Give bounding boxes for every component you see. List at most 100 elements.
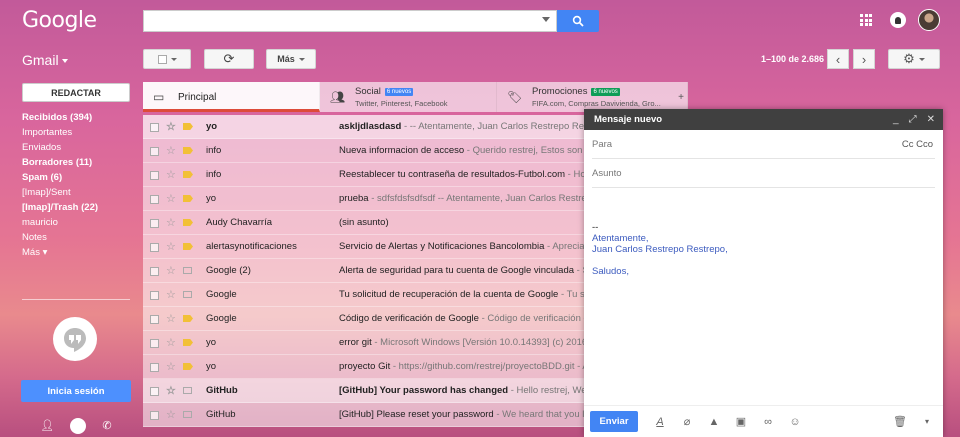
sidebar-item-imap-trash[interactable]: [Imap]/Trash (22): [22, 200, 132, 215]
hangouts-small-icon[interactable]: [70, 417, 87, 434]
to-field[interactable]: Para Cc Cco: [592, 130, 935, 159]
star-icon[interactable]: ☆: [166, 216, 176, 229]
star-icon[interactable]: ☆: [166, 192, 176, 205]
tab-label: Principal: [178, 92, 217, 103]
tab-principal[interactable]: ▭ Principal: [143, 82, 320, 112]
star-icon[interactable]: ☆: [166, 360, 176, 373]
row-checkbox[interactable]: [150, 339, 159, 348]
attach-icon[interactable]: ⌀: [677, 412, 697, 432]
star-icon[interactable]: ☆: [166, 384, 176, 397]
compose-button[interactable]: REDACTAR: [22, 83, 130, 102]
gmail-app-switcher[interactable]: Gmail: [22, 52, 68, 68]
expand-icon[interactable]: ⤢: [909, 109, 917, 130]
star-icon[interactable]: ☆: [166, 312, 176, 325]
photo-icon[interactable]: ▣: [731, 412, 751, 432]
link-icon[interactable]: ∞: [758, 412, 778, 432]
send-button[interactable]: Enviar: [590, 411, 638, 432]
row-checkbox[interactable]: [150, 243, 159, 252]
phone-icon[interactable]: ✆: [102, 419, 111, 432]
sidebar-item-notes[interactable]: Notes: [22, 230, 132, 245]
importance-marker-icon[interactable]: [183, 147, 193, 154]
drive-icon[interactable]: ▲: [704, 412, 724, 432]
person-icon[interactable]: 👤︎: [40, 419, 54, 432]
row-checkbox[interactable]: [150, 411, 159, 420]
email-subject: prueba - sdfsfdsfsdfsdf -- Atentamente, …: [339, 193, 584, 204]
star-icon[interactable]: ☆: [166, 168, 176, 181]
star-icon[interactable]: ☆: [166, 240, 176, 253]
sidebar-item-sent[interactable]: Enviados: [22, 140, 132, 155]
emoji-icon[interactable]: ☺: [785, 412, 805, 432]
row-checkbox[interactable]: [150, 387, 159, 396]
email-sender: GitHub: [206, 409, 236, 420]
row-checkbox[interactable]: [150, 123, 159, 132]
more-options-icon[interactable]: ▾: [917, 412, 937, 432]
row-checkbox[interactable]: [150, 219, 159, 228]
chevron-down-icon: [918, 57, 925, 61]
next-page-button[interactable]: ›: [853, 49, 875, 69]
star-icon[interactable]: ☆: [166, 288, 176, 301]
sidebar-item-important[interactable]: Importantes: [22, 125, 132, 140]
subject-field[interactable]: Asunto: [592, 159, 935, 188]
importance-marker-icon[interactable]: [183, 291, 192, 298]
email-subject-text: Alerta de seguridad para tu cuenta de Go…: [339, 265, 575, 276]
tab-promociones[interactable]: 🏷︎ Promociones 6 nuevos FIFA.com, Compras…: [497, 82, 688, 112]
sidebar-item-spam[interactable]: Spam (6): [22, 170, 132, 185]
search-input[interactable]: [143, 10, 557, 32]
star-icon[interactable]: ☆: [166, 120, 176, 133]
google-logo[interactable]: Google: [22, 8, 97, 33]
row-checkbox[interactable]: [150, 171, 159, 180]
row-checkbox[interactable]: [150, 195, 159, 204]
minimize-icon[interactable]: _: [893, 109, 899, 130]
avatar[interactable]: [918, 9, 940, 31]
more-button[interactable]: Más: [266, 49, 316, 69]
to-label: Para: [592, 139, 613, 150]
settings-button[interactable]: ⚙: [888, 49, 940, 69]
sidebar-item-imap-sent[interactable]: [Imap]/Sent: [22, 185, 132, 200]
email-snippet: - Hello restrej, We wa: [510, 385, 584, 396]
select-checkbox-button[interactable]: [143, 49, 191, 69]
apps-grid-icon[interactable]: [860, 14, 872, 26]
importance-marker-icon[interactable]: [183, 363, 193, 370]
quote-icon: [64, 328, 86, 352]
row-checkbox[interactable]: [150, 363, 159, 372]
importance-marker-icon[interactable]: [183, 195, 193, 202]
bcc-link[interactable]: Cco: [916, 139, 933, 150]
importance-marker-icon[interactable]: [183, 315, 193, 322]
trash-icon[interactable]: 🗑︎: [890, 412, 910, 432]
importance-marker-icon[interactable]: [183, 123, 193, 130]
importance-marker-icon[interactable]: [183, 171, 193, 178]
sidebar-item-drafts[interactable]: Borradores (11): [22, 155, 132, 170]
search-button[interactable]: [557, 10, 599, 32]
format-text-icon[interactable]: A: [650, 412, 670, 432]
row-checkbox[interactable]: [150, 291, 159, 300]
search-options-icon[interactable]: [542, 17, 550, 22]
tab-social[interactable]: 👥︎ Social 6 nuevos Twitter, Pinterest, Fa…: [320, 82, 497, 112]
sidebar-item-more[interactable]: Más ▾: [22, 245, 132, 260]
importance-marker-icon[interactable]: [183, 339, 193, 346]
row-checkbox[interactable]: [150, 267, 159, 276]
star-icon[interactable]: ☆: [166, 144, 176, 157]
row-checkbox[interactable]: [150, 315, 159, 324]
sidebar-item-inbox[interactable]: Recibidos (394): [22, 110, 132, 125]
notifications-icon[interactable]: [890, 12, 906, 28]
importance-marker-icon[interactable]: [183, 411, 192, 418]
importance-marker-icon[interactable]: [183, 219, 193, 226]
importance-marker-icon[interactable]: [183, 267, 192, 274]
importance-marker-icon[interactable]: [183, 243, 193, 250]
add-tab-icon[interactable]: +: [678, 92, 684, 103]
compose-body[interactable]: -- Atentamente, Juan Carlos Restrepo Res…: [592, 222, 728, 277]
cc-link[interactable]: Cc: [902, 139, 914, 150]
star-icon[interactable]: ☆: [166, 408, 176, 421]
row-checkbox[interactable]: [150, 147, 159, 156]
importance-marker-icon[interactable]: [183, 387, 192, 394]
tab-subtitle: Twitter, Pinterest, Facebook: [355, 99, 448, 108]
sidebar-item-mauricio[interactable]: mauricio: [22, 215, 132, 230]
hangouts-login-button[interactable]: Inicia sesión: [21, 380, 131, 402]
prev-page-button[interactable]: ‹: [827, 49, 849, 69]
chevron-down-icon: [170, 57, 177, 61]
star-icon[interactable]: ☆: [166, 336, 176, 349]
refresh-button[interactable]: ⟳: [204, 49, 254, 69]
close-icon[interactable]: ✕: [927, 109, 935, 130]
star-icon[interactable]: ☆: [166, 264, 176, 277]
email-subject-text: Nueva informacion de acceso: [339, 145, 465, 156]
